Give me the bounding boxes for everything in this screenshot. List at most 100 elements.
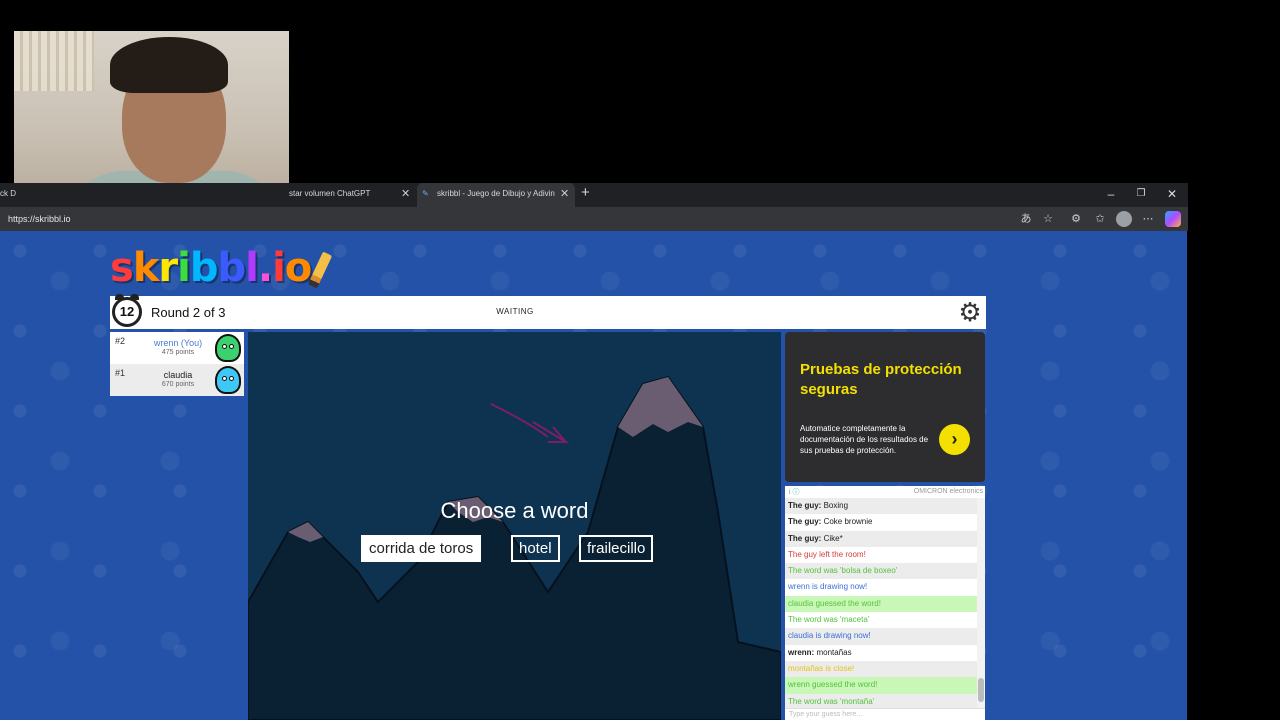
pencil-icon	[308, 251, 333, 289]
close-tab-icon[interactable]: ✕	[401, 183, 410, 205]
logo-letter: r	[158, 245, 178, 291]
settings-gear-icon[interactable]: ⚙	[956, 298, 984, 326]
logo-letter: k	[132, 245, 160, 291]
chat-scroll-thumb[interactable]	[978, 678, 984, 702]
chat-sender: wrenn:	[788, 647, 815, 657]
logo-letter: .	[257, 245, 273, 291]
choose-word-prompt: Choose a word	[440, 498, 589, 523]
chat-scrollbar[interactable]	[977, 498, 985, 708]
logo-letter: o	[284, 245, 313, 291]
chat-text: The word was 'bolsa de boxeo'	[788, 566, 898, 576]
chat-text: Coke brownie	[821, 517, 873, 527]
chat-message: wrenn is drawing now!	[785, 579, 977, 595]
player-row[interactable]: #2 wrenn (You) 475 points	[110, 332, 244, 364]
chat-message: The guy: Cike*	[785, 530, 977, 547]
webcam-background-poster	[14, 31, 94, 91]
logo-letter: i	[177, 245, 191, 291]
close-tab-icon[interactable]: ✕	[560, 183, 569, 205]
player-avatar	[215, 334, 241, 362]
word-option-button[interactable]: corrida de toros	[361, 535, 482, 562]
player-points: 670 points	[161, 381, 195, 388]
chat-text: The guy left the room!	[788, 549, 866, 559]
player-avatar	[215, 366, 241, 394]
chat-message: wrenn: montañas	[785, 645, 977, 661]
chat-message: claudia is drawing now!	[785, 628, 977, 645]
chat-message: claudia guessed the word!	[785, 595, 977, 613]
chat-message: The guy: Boxing	[785, 498, 977, 515]
chat-message: The word was 'maceta'	[785, 612, 977, 628]
chat-text: montañas	[814, 647, 852, 657]
chat-message: The word was 'bolsa de boxeo'	[785, 563, 977, 580]
ad-info-icon[interactable]: i ⓘ	[789, 487, 800, 497]
browser-address-bar: https://skribbl.io あ ☆ ⚙ ✩ ⋯	[0, 207, 1188, 231]
browser-tab-bar: ck D star volumen ChatGPT ✕ ✎ skribbl - …	[0, 183, 1188, 207]
player-name: wrenn (You)	[153, 338, 203, 348]
more-icon[interactable]: ⋯	[1140, 211, 1156, 227]
chat-text: Cike*	[821, 533, 843, 543]
chat-panel: i ⓘ OMICRON electronics The guy: Boxing T…	[785, 486, 985, 720]
player-row[interactable]: #1 claudia 670 points	[110, 364, 244, 396]
chat-message: The guy left the room!	[785, 547, 977, 563]
tab-title: ck D	[0, 189, 16, 198]
chat-text: claudia is drawing now!	[788, 631, 871, 641]
game-top-bar: 12 Round 2 of 3 WAITING ⚙	[110, 294, 986, 329]
url-field[interactable]: https://skribbl.io	[8, 207, 71, 231]
browser-tab[interactable]: ck D	[0, 183, 20, 207]
minimize-icon[interactable]: –	[1096, 183, 1126, 205]
canvas-drawing-mountains	[248, 375, 781, 720]
skribbl-logo: skribbl.io	[110, 245, 333, 291]
tab-title: star volumen ChatGPT	[289, 189, 371, 198]
chat-message: The guy: Coke brownie	[785, 514, 977, 530]
copilot-icon[interactable]	[1165, 211, 1181, 227]
chat-text: Boxing	[821, 501, 849, 510]
favorites-icon[interactable]: ✩	[1092, 211, 1108, 227]
player-name: claudia	[163, 370, 193, 380]
logo-letter: b	[189, 245, 219, 291]
chat-sender: The guy:	[788, 501, 822, 510]
chat-input[interactable]: Type your guess here...	[785, 708, 985, 720]
logo-letter: b	[217, 245, 247, 291]
chat-message: montañas is close!	[785, 660, 977, 678]
chat-message: wrenn guessed the word!	[785, 677, 977, 694]
tab-title: skribbl - Juego de Dibujo y Adivin	[437, 189, 555, 198]
player-points: 475 points	[161, 349, 195, 356]
chat-text: montañas is close!	[788, 663, 855, 673]
player-rank: #1	[115, 368, 126, 378]
chat-text: claudia guessed the word!	[788, 598, 881, 608]
webcam-person-hair	[110, 37, 228, 93]
chat-text: The word was 'montaña'	[788, 696, 875, 706]
ad-footer: i ⓘ OMICRON electronics	[785, 486, 985, 498]
advertisement-banner[interactable]: Pruebas de protección seguras Automatice…	[785, 332, 985, 482]
extensions-icon[interactable]: ⚙	[1068, 211, 1084, 227]
word-option-button[interactable]: hotel	[511, 535, 560, 562]
chat-text: wrenn is drawing now!	[788, 582, 868, 592]
chat-sender: The guy:	[788, 533, 822, 543]
ad-advertiser: OMICRON electronics	[913, 488, 983, 495]
ad-title: Pruebas de protección seguras	[800, 361, 962, 398]
favorite-star-icon[interactable]: ☆	[1040, 211, 1056, 227]
player-rank: #2	[115, 336, 126, 346]
ad-body: Automatice completamente la documentació…	[800, 424, 929, 455]
logo-letter: s	[110, 245, 134, 291]
drawing-canvas[interactable]: Choose a word corrida de toros hotel fra…	[248, 332, 781, 720]
browser-tab-active[interactable]: ✎ skribbl - Juego de Dibujo y Adivin ✕	[417, 183, 575, 207]
chat-text: wrenn guessed the word!	[788, 680, 878, 690]
player-list: #2 wrenn (You) 475 points #1 claudia 670…	[110, 332, 244, 396]
logo-letter: i	[272, 245, 286, 291]
chat-sender: The guy:	[788, 517, 822, 527]
new-tab-button[interactable]: +	[581, 183, 595, 207]
skribbl-page: skribbl.io 12 Round 2 of 3 WAITING ⚙ #2 …	[0, 231, 1187, 720]
chat-text: The word was 'maceta'	[788, 615, 870, 625]
profile-icon[interactable]	[1116, 211, 1132, 227]
word-option-button[interactable]: frailecillo	[579, 535, 654, 562]
chat-messages: The guy: Boxing The guy: Coke brownie The …	[785, 498, 977, 710]
maximize-icon[interactable]: ❐	[1126, 183, 1156, 205]
browser-tab[interactable]: star volumen ChatGPT ✕	[289, 183, 415, 207]
skribbl-favicon-icon: ✎	[422, 189, 429, 198]
ad-chevron-right-icon[interactable]: ›	[939, 424, 970, 455]
game-status: WAITING	[496, 307, 534, 316]
translate-icon[interactable]: あ	[1018, 211, 1034, 227]
webcam-overlay	[14, 31, 289, 201]
close-window-icon[interactable]: ✕	[1157, 183, 1187, 205]
logo-letter: l	[245, 245, 259, 291]
